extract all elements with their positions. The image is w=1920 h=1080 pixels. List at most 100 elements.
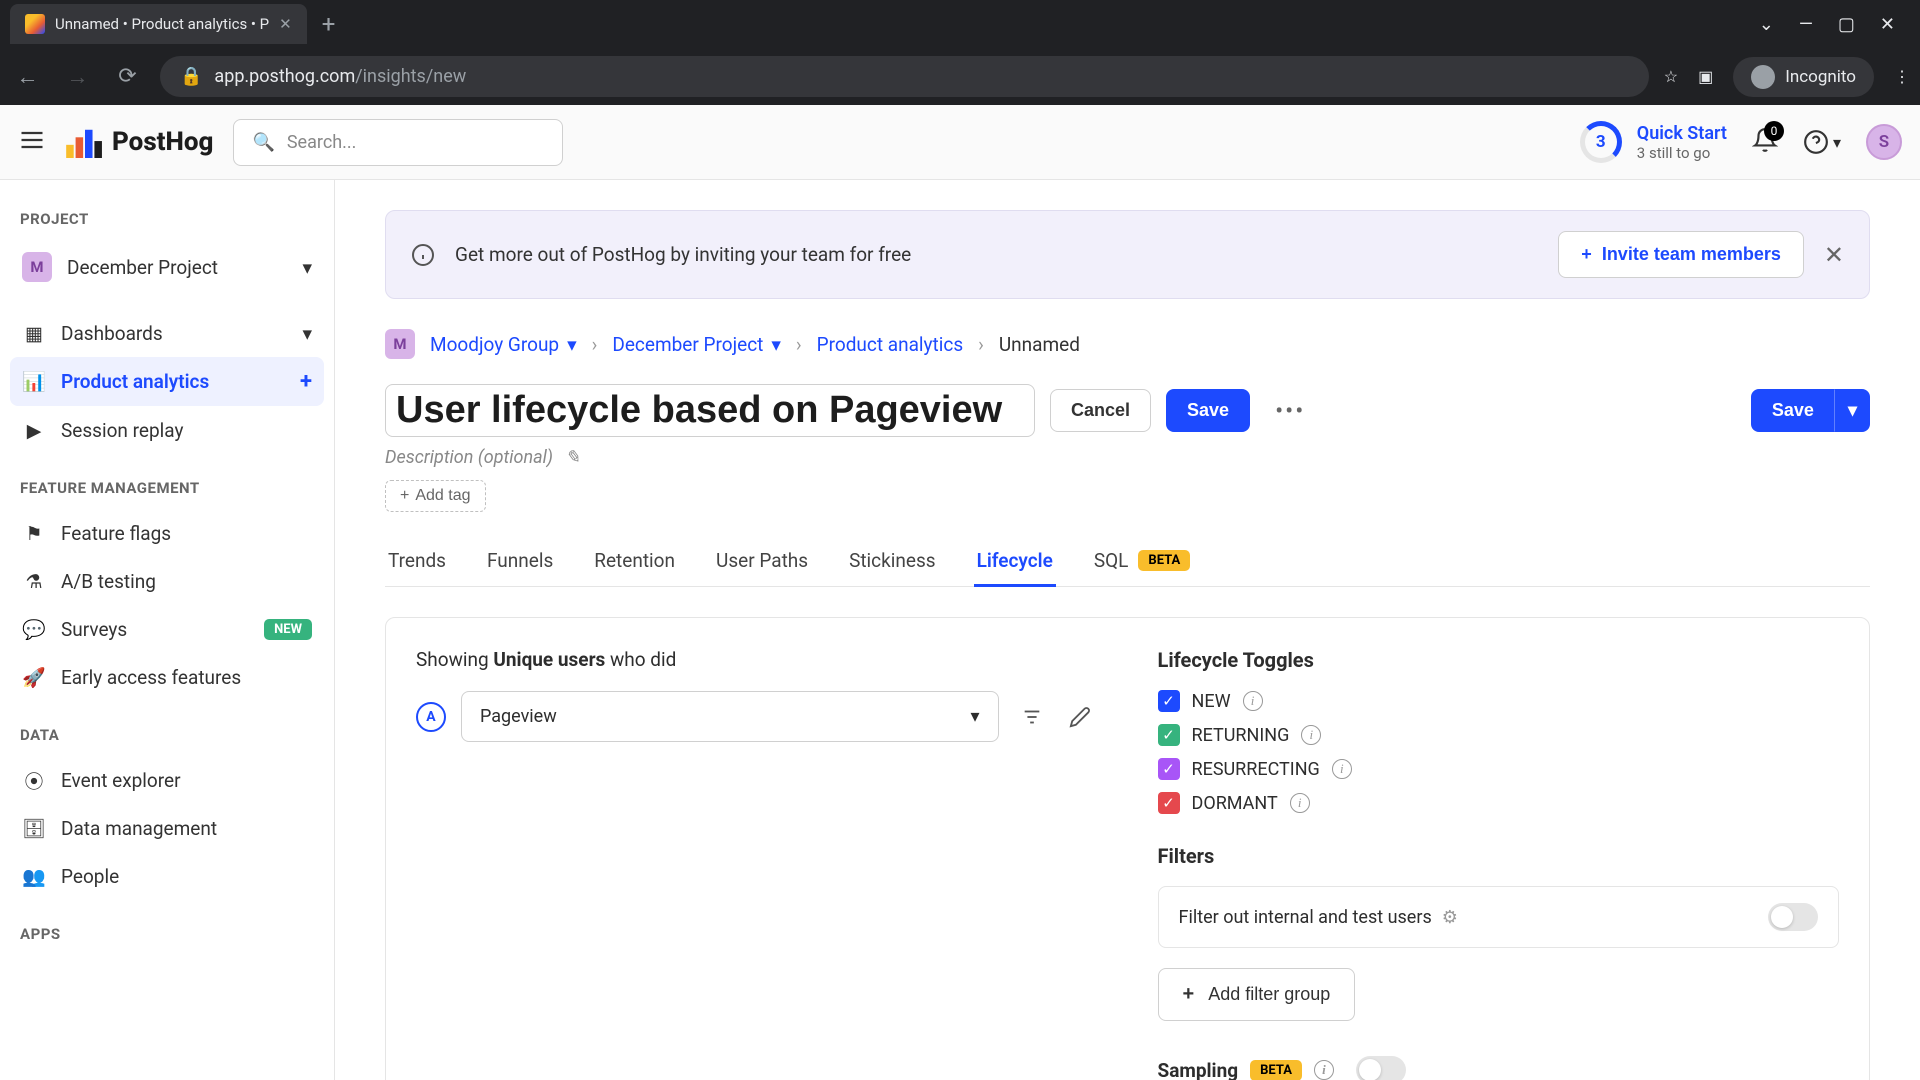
tab-stickiness[interactable]: Stickiness — [846, 537, 939, 587]
event-select[interactable]: Pageview ▾ — [461, 691, 999, 742]
info-icon[interactable]: i — [1314, 1060, 1334, 1080]
sidebar-heading-feature: FEATURE MANAGEMENT — [10, 469, 324, 509]
sidebar-item-product-analytics[interactable]: 📊 Product analytics + — [10, 357, 324, 406]
tab-funnels[interactable]: Funnels — [484, 537, 556, 587]
sidebar-item-event-explorer[interactable]: ⦿ Event explorer — [10, 756, 324, 804]
toggle-switch[interactable] — [1768, 903, 1818, 931]
edit-icon[interactable] — [1062, 699, 1098, 735]
hamburger-icon[interactable] — [18, 126, 46, 158]
query-builder: Showing Unique users who did A Pageview … — [385, 617, 1870, 1080]
back-icon[interactable]: ← — [10, 64, 45, 90]
tab-lifecycle[interactable]: Lifecycle — [974, 537, 1056, 587]
gear-icon[interactable]: ⚙ — [1442, 907, 1458, 928]
breadcrumb-org[interactable]: Moodjoy Group ▾ — [430, 333, 577, 356]
save-dropdown-button[interactable]: ▾ — [1835, 389, 1870, 432]
main-content: Get more out of PostHog by inviting your… — [335, 180, 1920, 1080]
more-icon[interactable]: ••• — [1265, 397, 1315, 425]
close-tab-icon[interactable]: ✕ — [279, 15, 292, 33]
incognito-badge[interactable]: Incognito — [1733, 57, 1874, 97]
install-icon[interactable]: ▣ — [1698, 67, 1713, 86]
cancel-button[interactable]: Cancel — [1050, 389, 1151, 432]
quickstart-button[interactable]: 3 Quick Start 3 still to go — [1580, 121, 1727, 163]
avatar[interactable]: S — [1866, 124, 1902, 160]
breadcrumb-section[interactable]: Product analytics — [817, 333, 964, 356]
add-filter-group-button[interactable]: + Add filter group — [1158, 968, 1356, 1021]
info-icon[interactable]: i — [1243, 691, 1263, 711]
save-title-button[interactable]: Save — [1166, 389, 1250, 432]
plus-icon[interactable]: + — [300, 369, 312, 394]
filters-heading: Filters — [1158, 844, 1840, 868]
info-icon[interactable]: i — [1332, 759, 1352, 779]
lock-icon: 🔒 — [180, 66, 202, 87]
invite-banner: Get more out of PostHog by inviting your… — [385, 210, 1870, 299]
tab-user-paths[interactable]: User Paths — [713, 537, 811, 587]
close-icon[interactable]: ✕ — [1824, 241, 1844, 269]
maximize-icon[interactable]: ▢ — [1838, 14, 1855, 35]
info-icon[interactable]: i — [1290, 793, 1310, 813]
project-badge: M — [22, 252, 52, 282]
sidebar-item-ab-testing[interactable]: ⚗ A/B testing — [10, 557, 324, 605]
tab-retention[interactable]: Retention — [591, 537, 678, 587]
tab-sql[interactable]: SQL BETA — [1091, 537, 1193, 587]
chevron-down-icon[interactable]: ⌄ — [1759, 14, 1774, 35]
chevron-down-icon: ▾ — [970, 706, 979, 727]
people-icon: 👥 — [22, 864, 46, 888]
browser-chrome: Unnamed • Product analytics • P ✕ + ⌄ ― … — [0, 0, 1920, 105]
org-badge: M — [385, 329, 415, 359]
insight-title-input[interactable] — [385, 384, 1035, 437]
minimize-icon[interactable]: ― — [1799, 14, 1813, 35]
plus-icon: + — [1581, 244, 1592, 265]
tab-trends[interactable]: Trends — [385, 537, 449, 587]
sidebar-item-surveys[interactable]: 💬 Surveys NEW — [10, 605, 324, 653]
sidebar-heading-apps: APPS — [10, 915, 324, 955]
toggle-resurrecting[interactable]: ✓ RESURRECTING i — [1158, 758, 1840, 780]
save-insight-button[interactable]: Save — [1751, 389, 1835, 432]
favicon — [25, 14, 45, 34]
new-tab-button[interactable]: + — [322, 10, 336, 38]
sidebar-item-session-replay[interactable]: ▶ Session replay — [10, 406, 324, 454]
beta-badge: BETA — [1138, 550, 1190, 571]
browser-tab[interactable]: Unnamed • Product analytics • P ✕ — [10, 4, 307, 44]
breadcrumb-project[interactable]: December Project ▾ — [612, 333, 781, 356]
info-icon[interactable]: i — [1301, 725, 1321, 745]
chevron-down-icon: ▾ — [567, 333, 577, 356]
logo[interactable]: PostHog — [66, 126, 213, 158]
logo-icon — [66, 126, 104, 158]
chevron-down-icon: ▾ — [1833, 133, 1841, 152]
description-placeholder[interactable]: Description (optional) — [385, 447, 553, 468]
toggle-dormant[interactable]: ✓ DORMANT i — [1158, 792, 1840, 814]
database-icon: 🗄 — [22, 816, 46, 840]
flask-icon: ⚗ — [22, 569, 46, 593]
chevron-right-icon: › — [978, 333, 984, 356]
search-input[interactable]: 🔍 Search... — [233, 119, 563, 166]
chevron-down-icon: ▾ — [302, 322, 312, 345]
help-button[interactable]: ▾ — [1803, 129, 1841, 155]
notification-count: 0 — [1764, 121, 1784, 141]
invite-button[interactable]: + Invite team members — [1558, 231, 1804, 278]
sidebar-item-people[interactable]: 👥 People — [10, 852, 324, 900]
address-bar[interactable]: 🔒 app.posthog.com/insights/new — [160, 56, 1649, 97]
edit-icon[interactable]: ✎ — [565, 447, 580, 468]
close-window-icon[interactable]: ✕ — [1880, 14, 1895, 35]
chevron-down-icon: ▾ — [302, 256, 312, 279]
checkbox-icon: ✓ — [1158, 792, 1180, 814]
add-tag-button[interactable]: + Add tag — [385, 480, 486, 512]
toggle-new[interactable]: ✓ NEW i — [1158, 690, 1840, 712]
sidebar-project-selector[interactable]: M December Project ▾ — [10, 240, 324, 294]
toggle-returning[interactable]: ✓ RETURNING i — [1158, 724, 1840, 746]
sidebar-item-feature-flags[interactable]: ⚑ Feature flags — [10, 509, 324, 557]
series-badge: A — [416, 702, 446, 732]
sidebar-item-dashboards[interactable]: ▦ Dashboards ▾ — [10, 309, 324, 357]
sidebar-item-early-access[interactable]: 🚀 Early access features — [10, 653, 324, 701]
breadcrumb-current: Unnamed — [999, 333, 1080, 356]
menu-icon[interactable]: ⋮ — [1894, 67, 1910, 86]
toggle-switch[interactable] — [1356, 1056, 1406, 1080]
filter-icon[interactable] — [1014, 699, 1050, 735]
sidebar-item-data-management[interactable]: 🗄 Data management — [10, 804, 324, 852]
notifications-button[interactable]: 0 — [1752, 127, 1778, 157]
reload-icon[interactable]: ⟳ — [110, 64, 145, 89]
star-icon[interactable]: ☆ — [1664, 67, 1678, 86]
showing-text: Showing Unique users who did — [416, 648, 1098, 671]
internal-users-filter: Filter out internal and test users ⚙ — [1158, 886, 1840, 948]
info-icon — [411, 243, 435, 267]
